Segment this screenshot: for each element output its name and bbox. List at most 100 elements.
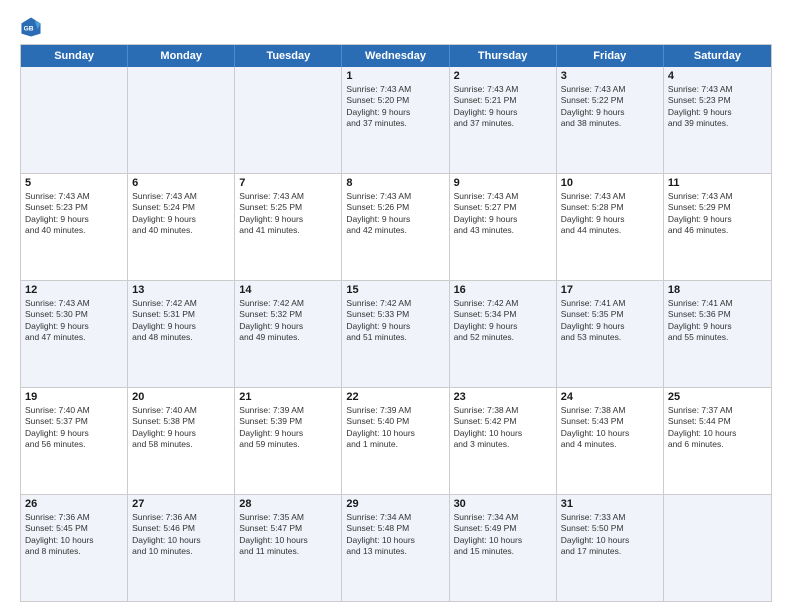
top-bar: GB [20, 16, 772, 38]
day-number: 21 [239, 391, 337, 403]
day-number: 30 [454, 498, 552, 510]
day-header-monday: Monday [128, 45, 235, 67]
day-number: 24 [561, 391, 659, 403]
calendar-cell: 1 Sunrise: 7:43 AM Sunset: 5:20 PM Daylig… [342, 67, 449, 173]
page: GB SundayMondayTuesdayWednesdayThursdayF… [0, 0, 792, 612]
cell-text: Sunrise: 7:39 AM Sunset: 5:40 PM Dayligh… [346, 405, 444, 451]
calendar-row: 5 Sunrise: 7:43 AM Sunset: 5:23 PM Daylig… [21, 174, 771, 281]
cell-text: Sunrise: 7:43 AM Sunset: 5:23 PM Dayligh… [668, 84, 767, 130]
cell-text: Sunrise: 7:43 AM Sunset: 5:28 PM Dayligh… [561, 191, 659, 237]
calendar-cell [128, 67, 235, 173]
day-number: 27 [132, 498, 230, 510]
calendar-cell: 8 Sunrise: 7:43 AM Sunset: 5:26 PM Daylig… [342, 174, 449, 280]
calendar-cell: 19Sunrise: 7:40 AM Sunset: 5:37 PM Dayli… [21, 388, 128, 494]
calendar-cell: 5 Sunrise: 7:43 AM Sunset: 5:23 PM Daylig… [21, 174, 128, 280]
cell-text: Sunrise: 7:43 AM Sunset: 5:20 PM Dayligh… [346, 84, 444, 130]
cell-text: Sunrise: 7:42 AM Sunset: 5:33 PM Dayligh… [346, 298, 444, 344]
calendar-cell: 20 Sunrise: 7:40 AM Sunset: 5:38 PM Dayli… [128, 388, 235, 494]
day-number: 6 [132, 177, 230, 189]
calendar-cell: 7 Sunrise: 7:43 AM Sunset: 5:25 PM Daylig… [235, 174, 342, 280]
day-number: 25 [668, 391, 767, 403]
day-header-thursday: Thursday [450, 45, 557, 67]
calendar-cell [664, 495, 771, 601]
calendar-cell: 30 Sunrise: 7:34 AM Sunset: 5:49 PM Dayli… [450, 495, 557, 601]
cell-text: Sunrise: 7:38 AM Sunset: 5:43 PM Dayligh… [561, 405, 659, 451]
cell-text: Sunrise: 7:43 AM Sunset: 5:23 PM Dayligh… [25, 191, 123, 237]
day-number: 20 [132, 391, 230, 403]
cell-text: Sunrise: 7:41 AM Sunset: 5:35 PM Dayligh… [561, 298, 659, 344]
calendar-cell: 2 Sunrise: 7:43 AM Sunset: 5:21 PM Daylig… [450, 67, 557, 173]
day-number: 1 [346, 70, 444, 82]
calendar-row: 19Sunrise: 7:40 AM Sunset: 5:37 PM Dayli… [21, 388, 771, 495]
cell-text: Sunrise: 7:35 AM Sunset: 5:47 PM Dayligh… [239, 512, 337, 558]
calendar-cell: 11 Sunrise: 7:43 AM Sunset: 5:29 PM Dayli… [664, 174, 771, 280]
cell-text: Sunrise: 7:43 AM Sunset: 5:21 PM Dayligh… [454, 84, 552, 130]
calendar-row: 26 Sunrise: 7:36 AM Sunset: 5:45 PM Dayli… [21, 495, 771, 601]
calendar-cell: 22Sunrise: 7:39 AM Sunset: 5:40 PM Dayli… [342, 388, 449, 494]
calendar-body: 1 Sunrise: 7:43 AM Sunset: 5:20 PM Daylig… [21, 67, 771, 601]
calendar-cell [235, 67, 342, 173]
day-number: 15 [346, 284, 444, 296]
day-header-wednesday: Wednesday [342, 45, 449, 67]
day-number: 9 [454, 177, 552, 189]
day-number: 12 [25, 284, 123, 296]
day-number: 11 [668, 177, 767, 189]
cell-text: Sunrise: 7:43 AM Sunset: 5:29 PM Dayligh… [668, 191, 767, 237]
cell-text: Sunrise: 7:43 AM Sunset: 5:30 PM Dayligh… [25, 298, 123, 344]
calendar-cell: 14Sunrise: 7:42 AM Sunset: 5:32 PM Dayli… [235, 281, 342, 387]
day-header-tuesday: Tuesday [235, 45, 342, 67]
calendar-cell: 21 Sunrise: 7:39 AM Sunset: 5:39 PM Dayli… [235, 388, 342, 494]
cell-text: Sunrise: 7:34 AM Sunset: 5:49 PM Dayligh… [454, 512, 552, 558]
calendar-cell: 23 Sunrise: 7:38 AM Sunset: 5:42 PM Dayli… [450, 388, 557, 494]
day-number: 18 [668, 284, 767, 296]
calendar-header: SundayMondayTuesdayWednesdayThursdayFrid… [21, 45, 771, 67]
cell-text: Sunrise: 7:39 AM Sunset: 5:39 PM Dayligh… [239, 405, 337, 451]
day-number: 7 [239, 177, 337, 189]
cell-text: Sunrise: 7:42 AM Sunset: 5:34 PM Dayligh… [454, 298, 552, 344]
day-number: 3 [561, 70, 659, 82]
day-number: 28 [239, 498, 337, 510]
calendar-cell: 13Sunrise: 7:42 AM Sunset: 5:31 PM Dayli… [128, 281, 235, 387]
cell-text: Sunrise: 7:42 AM Sunset: 5:32 PM Dayligh… [239, 298, 337, 344]
day-number: 19 [25, 391, 123, 403]
calendar-cell [21, 67, 128, 173]
day-number: 26 [25, 498, 123, 510]
day-number: 23 [454, 391, 552, 403]
calendar-cell: 4Sunrise: 7:43 AM Sunset: 5:23 PM Daylig… [664, 67, 771, 173]
calendar: SundayMondayTuesdayWednesdayThursdayFrid… [20, 44, 772, 602]
cell-text: Sunrise: 7:42 AM Sunset: 5:31 PM Dayligh… [132, 298, 230, 344]
cell-text: Sunrise: 7:41 AM Sunset: 5:36 PM Dayligh… [668, 298, 767, 344]
cell-text: Sunrise: 7:33 AM Sunset: 5:50 PM Dayligh… [561, 512, 659, 558]
calendar-cell: 26 Sunrise: 7:36 AM Sunset: 5:45 PM Dayli… [21, 495, 128, 601]
calendar-cell: 17 Sunrise: 7:41 AM Sunset: 5:35 PM Dayli… [557, 281, 664, 387]
cell-text: Sunrise: 7:36 AM Sunset: 5:45 PM Dayligh… [25, 512, 123, 558]
cell-text: Sunrise: 7:38 AM Sunset: 5:42 PM Dayligh… [454, 405, 552, 451]
cell-text: Sunrise: 7:40 AM Sunset: 5:38 PM Dayligh… [132, 405, 230, 451]
calendar-row: 1 Sunrise: 7:43 AM Sunset: 5:20 PM Daylig… [21, 67, 771, 174]
calendar-cell: 12 Sunrise: 7:43 AM Sunset: 5:30 PM Dayli… [21, 281, 128, 387]
calendar-cell: 6 Sunrise: 7:43 AM Sunset: 5:24 PM Daylig… [128, 174, 235, 280]
day-number: 8 [346, 177, 444, 189]
day-number: 29 [346, 498, 444, 510]
calendar-cell: 9Sunrise: 7:43 AM Sunset: 5:27 PM Daylig… [450, 174, 557, 280]
day-header-saturday: Saturday [664, 45, 771, 67]
day-header-friday: Friday [557, 45, 664, 67]
calendar-cell: 18 Sunrise: 7:41 AM Sunset: 5:36 PM Dayli… [664, 281, 771, 387]
calendar-cell: 29 Sunrise: 7:34 AM Sunset: 5:48 PM Dayli… [342, 495, 449, 601]
cell-text: Sunrise: 7:43 AM Sunset: 5:22 PM Dayligh… [561, 84, 659, 130]
day-number: 2 [454, 70, 552, 82]
day-number: 5 [25, 177, 123, 189]
day-number: 17 [561, 284, 659, 296]
logo: GB [20, 16, 46, 38]
cell-text: Sunrise: 7:43 AM Sunset: 5:26 PM Dayligh… [346, 191, 444, 237]
logo-icon: GB [20, 16, 42, 38]
cell-text: Sunrise: 7:36 AM Sunset: 5:46 PM Dayligh… [132, 512, 230, 558]
day-number: 31 [561, 498, 659, 510]
calendar-cell: 27 Sunrise: 7:36 AM Sunset: 5:46 PM Dayli… [128, 495, 235, 601]
calendar-cell: 31 Sunrise: 7:33 AM Sunset: 5:50 PM Dayli… [557, 495, 664, 601]
cell-text: Sunrise: 7:43 AM Sunset: 5:25 PM Dayligh… [239, 191, 337, 237]
cell-text: Sunrise: 7:43 AM Sunset: 5:24 PM Dayligh… [132, 191, 230, 237]
cell-text: Sunrise: 7:34 AM Sunset: 5:48 PM Dayligh… [346, 512, 444, 558]
calendar-cell: 28 Sunrise: 7:35 AM Sunset: 5:47 PM Dayli… [235, 495, 342, 601]
calendar-cell: 16Sunrise: 7:42 AM Sunset: 5:34 PM Dayli… [450, 281, 557, 387]
